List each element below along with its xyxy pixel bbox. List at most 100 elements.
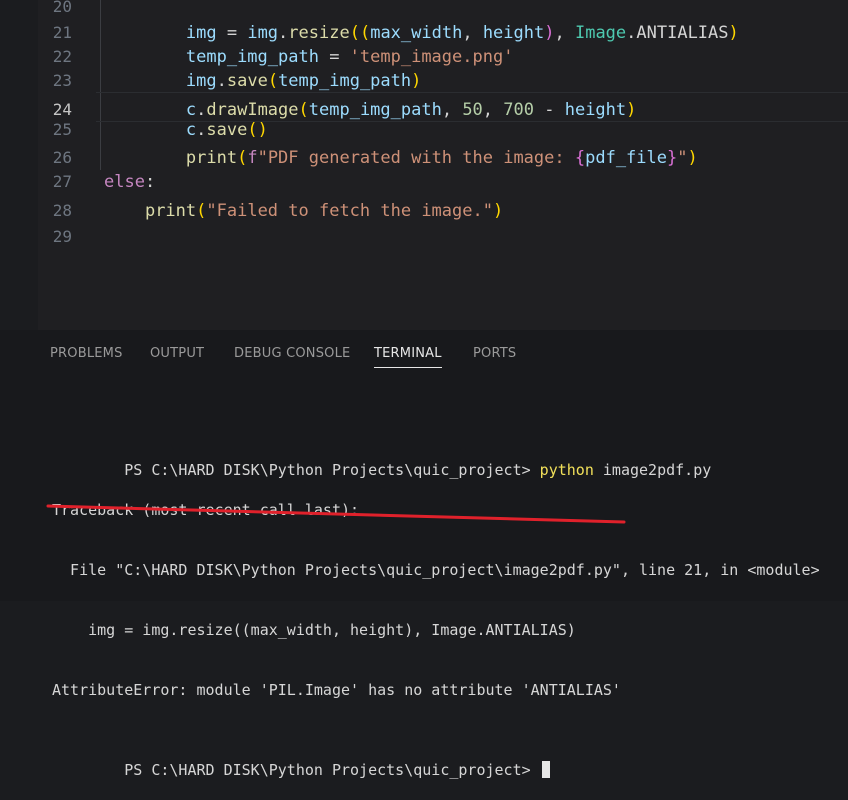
code-text: temp_img_path = 'temp_image.png' xyxy=(104,45,514,69)
code-token: ( xyxy=(196,201,207,221)
terminal-prompt: PS C:\HARD DISK\Python Projects\quic_pro… xyxy=(124,461,540,479)
code-text: print(f"PDF generated with the image: {p… xyxy=(104,146,698,170)
code-text: c.save() xyxy=(104,118,268,142)
code-token: f xyxy=(247,148,258,168)
code-token: max_width xyxy=(370,23,463,43)
code-token: (( xyxy=(349,23,371,43)
code-token: ) xyxy=(492,201,504,221)
terminal-output[interactable]: PS C:\HARD DISK\Python Projects\quic_pro… xyxy=(52,400,842,800)
vscode-window: 20 21 img = img.resize((max_width, heigh… xyxy=(0,0,848,779)
terminal-command-args: image2pdf.py xyxy=(593,461,712,479)
code-line[interactable]: 29 xyxy=(0,225,848,249)
code-token: . xyxy=(216,71,227,91)
code-token: pdf_file xyxy=(585,148,667,168)
code-token: temp_img_path xyxy=(278,71,412,91)
code-token: "PDF generated with the image: xyxy=(257,148,575,168)
code-token: drawImage xyxy=(206,100,299,120)
code-token: resize xyxy=(288,23,350,43)
tab-problems[interactable]: PROBLEMS xyxy=(50,346,123,361)
code-text: img.save(temp_img_path) xyxy=(104,69,421,93)
terminal-line: File "C:\HARD DISK\Python Projects\quic_… xyxy=(52,561,820,579)
terminal-error-line: AttributeError: module 'PIL.Image' has n… xyxy=(52,681,621,699)
code-token: ( xyxy=(298,100,309,120)
code-editor[interactable]: 20 21 img = img.resize((max_width, heigh… xyxy=(0,0,848,330)
code-token: height xyxy=(564,100,627,120)
code-token: ( xyxy=(267,71,279,91)
code-token: c xyxy=(185,100,197,120)
terminal-command: python xyxy=(539,461,594,479)
tab-terminal[interactable]: TERMINAL xyxy=(374,346,442,368)
tab-debug-console[interactable]: DEBUG CONSOLE xyxy=(234,346,350,361)
code-line[interactable]: 27 else: xyxy=(0,170,848,194)
line-number: 28 xyxy=(52,201,72,220)
code-token: height xyxy=(482,23,545,43)
code-token: = xyxy=(216,23,248,43)
terminal-line: Traceback (most recent call last): xyxy=(52,501,360,519)
code-token: , xyxy=(554,23,575,43)
code-line[interactable]: 21 img = img.resize((max_width, height),… xyxy=(0,21,848,45)
code-token: - xyxy=(534,100,565,120)
code-token: 'temp_image.png' xyxy=(349,47,514,67)
terminal-final-prompt-line: PS C:\HARD DISK\Python Projects\quic_pro… xyxy=(52,740,842,779)
code-token: c xyxy=(185,120,197,140)
code-token: temp_img_path xyxy=(308,100,442,120)
code-token: 50 xyxy=(462,100,483,120)
code-token: 700 xyxy=(503,100,534,120)
code-token: ( xyxy=(237,148,248,168)
panel-tabs: PROBLEMS OUTPUT DEBUG CONSOLE TERMINAL P… xyxy=(40,330,830,382)
code-token: ) xyxy=(728,23,739,43)
code-token: "Failed to fetch the image." xyxy=(206,201,493,221)
code-token: ) xyxy=(411,71,422,91)
line-number: 25 xyxy=(52,120,72,139)
line-number: 22 xyxy=(52,47,72,66)
code-line[interactable]: 23 img.save(temp_img_path) xyxy=(0,69,848,93)
code-token: img xyxy=(247,23,279,43)
code-token: . xyxy=(278,23,289,43)
code-token: } xyxy=(667,148,678,168)
line-number: 27 xyxy=(52,172,72,191)
code-text: print("Failed to fetch the image.") xyxy=(104,199,503,223)
code-text: else: xyxy=(104,170,155,194)
tab-output[interactable]: OUTPUT xyxy=(150,346,204,361)
terminal-prompt-line: PS C:\HARD DISK\Python Projects\quic_pro… xyxy=(52,440,842,479)
tab-ports[interactable]: PORTS xyxy=(473,346,516,361)
code-token: . xyxy=(196,100,207,120)
code-line[interactable]: 22 temp_img_path = 'temp_image.png' xyxy=(0,45,848,69)
code-token: save xyxy=(206,120,248,140)
code-line[interactable]: 20 xyxy=(0,0,848,19)
code-token: print xyxy=(185,148,238,168)
terminal-line: img = img.resize((max_width, height), Im… xyxy=(52,621,576,639)
code-token: print xyxy=(144,201,197,221)
line-number: 26 xyxy=(52,148,72,167)
code-token: () xyxy=(247,120,268,140)
line-number: 29 xyxy=(52,227,72,246)
code-token: img xyxy=(185,71,217,91)
code-token: = xyxy=(318,47,350,67)
code-line[interactable]: 28 print("Failed to fetch the image.") xyxy=(0,199,848,223)
code-token: img xyxy=(185,23,217,43)
code-token: Image xyxy=(574,23,627,43)
code-token: ) xyxy=(687,148,698,168)
code-token: ) xyxy=(544,23,555,43)
code-token: . xyxy=(196,120,207,140)
terminal-final-prompt: PS C:\HARD DISK\Python Projects\quic_pro… xyxy=(124,761,540,779)
code-token: .ANTIALIAS xyxy=(626,23,729,43)
code-text: img = img.resize((max_width, height), Im… xyxy=(104,21,739,45)
code-token: ) xyxy=(626,100,637,120)
code-token: , xyxy=(482,100,504,120)
code-token: " xyxy=(677,148,688,168)
bottom-panel: PROBLEMS OUTPUT DEBUG CONSOLE TERMINAL P… xyxy=(0,330,848,779)
code-line[interactable]: 26 print(f"PDF generated with the image:… xyxy=(0,146,848,170)
code-token: else xyxy=(104,172,145,192)
code-token: : xyxy=(144,172,156,192)
line-number: 20 xyxy=(52,0,72,16)
code-token: , xyxy=(462,23,483,43)
code-token: temp_img_path xyxy=(185,47,319,67)
line-number: 23 xyxy=(52,71,72,90)
code-token: save xyxy=(226,71,268,91)
code-token: , xyxy=(441,100,463,120)
terminal-cursor xyxy=(541,761,550,778)
code-line[interactable]: 25 c.save() xyxy=(0,118,848,142)
line-number: 21 xyxy=(52,23,72,42)
